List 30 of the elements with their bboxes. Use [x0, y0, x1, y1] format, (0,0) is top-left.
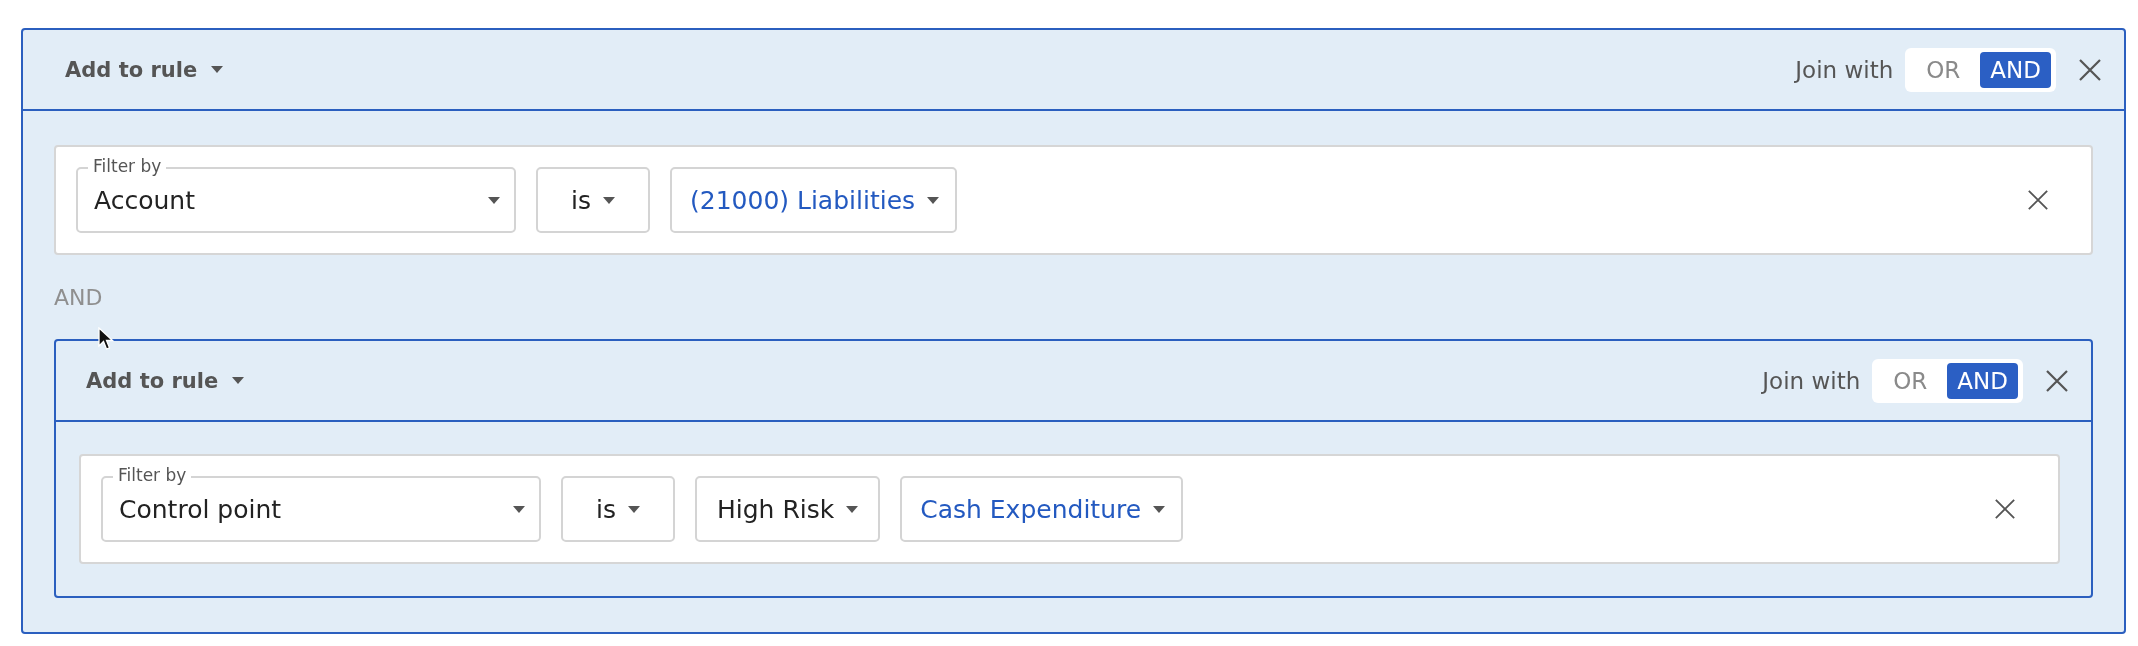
add-to-rule-button[interactable]: Add to rule [65, 57, 224, 82]
caret-icon [1153, 505, 1166, 513]
caret-icon [628, 505, 640, 513]
join-label: Join with [1762, 367, 1861, 394]
value-select[interactable]: High Risk [695, 476, 881, 542]
connector-label: AND [54, 284, 103, 310]
close-icon[interactable] [2045, 368, 2069, 393]
add-to-rule-button[interactable]: Add to rule [86, 368, 245, 393]
join-option[interactable]: AND [1980, 51, 2051, 88]
caret-icon [488, 196, 500, 204]
caret-icon [846, 505, 859, 513]
join-option[interactable]: OR [1877, 362, 1944, 399]
join-label: Join with [1795, 56, 1894, 83]
join-option[interactable]: OR [1910, 51, 1977, 88]
close-icon[interactable] [2078, 57, 2102, 82]
mouse-cursor-icon [98, 327, 114, 351]
caret-icon [603, 196, 615, 204]
remove-icon[interactable] [1994, 498, 2016, 520]
caret-icon [211, 66, 224, 73]
filter-by-label: Filter by [113, 464, 192, 486]
join-option[interactable]: AND [1947, 362, 2018, 399]
caret-icon [513, 505, 525, 513]
remove-icon[interactable] [2027, 189, 2049, 211]
caret-icon [232, 377, 245, 384]
operator-select[interactable]: is [561, 476, 675, 542]
operator-select[interactable]: is [536, 167, 650, 233]
filter-by-label: Filter by [88, 155, 167, 177]
caret-icon [927, 196, 940, 204]
value-select[interactable]: Cash Expenditure [900, 476, 1184, 542]
value-select[interactable]: (21000) Liabilities [670, 167, 958, 233]
